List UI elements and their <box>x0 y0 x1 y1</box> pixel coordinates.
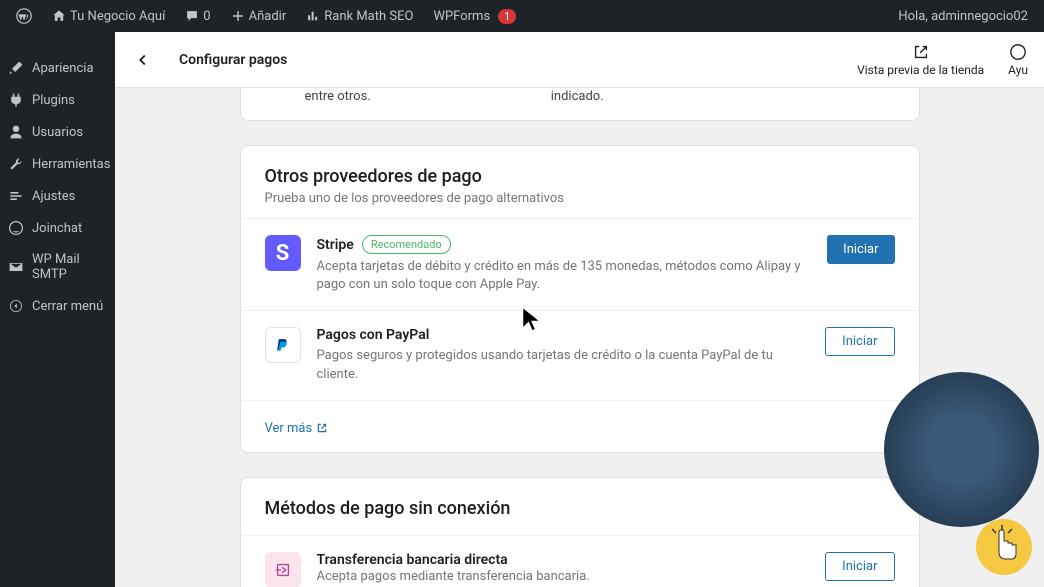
admin-bar-left: Tu Negocio Aquí 0 Añadir Rank Math SEO W… <box>8 8 524 24</box>
rankmath-item[interactable]: Rank Math SEO <box>298 9 421 24</box>
back-button[interactable] <box>131 48 155 72</box>
site-name: Tu Negocio Aquí <box>70 9 165 24</box>
paypal-icon <box>265 327 301 363</box>
bank-name: Transferencia bancaria directa <box>317 552 810 568</box>
sidebar-item-users[interactable]: Usuarios <box>0 116 115 148</box>
page-title: Configurar pagos <box>179 52 287 68</box>
stripe-desc: Acepta tarjetas de débito y crédito en m… <box>317 258 812 294</box>
admin-bar: Tu Negocio Aquí 0 Añadir Rank Math SEO W… <box>0 0 1044 32</box>
sidebar-item-appearance[interactable]: Apariencia <box>0 52 115 84</box>
sidebar-item-joinchat[interactable]: Joinchat <box>0 212 115 244</box>
wrench-icon <box>8 156 24 172</box>
site-name-item[interactable]: Tu Negocio Aquí <box>44 9 173 24</box>
paypal-desc: Pagos seguros y protegidos usando tarjet… <box>317 347 810 383</box>
other-providers-subtitle: Prueba uno de los proveedores de pago al… <box>265 191 895 206</box>
paypal-row: Pagos con PayPal Pagos seguros y protegi… <box>241 310 919 399</box>
greeting-text: Hola, adminnegocio02 <box>898 9 1028 24</box>
external-link-icon <box>316 422 328 434</box>
other-providers-card: Otros proveedores de pago Prueba uno de … <box>240 145 920 453</box>
help-label: Ayu <box>1008 63 1028 77</box>
comments-item[interactable]: 0 <box>177 9 218 24</box>
stripe-start-button[interactable]: Iniciar <box>827 235 894 264</box>
chat-icon <box>8 220 24 236</box>
paypal-start-button[interactable]: Iniciar <box>825 327 894 356</box>
sidebar-item-label: Apariencia <box>32 61 94 76</box>
sidebar-item-label: Cerrar menú <box>32 299 103 314</box>
plus-icon <box>231 9 245 23</box>
user-icon <box>8 124 24 140</box>
ver-mas-label: Ver más <box>265 421 313 436</box>
sidebar-item-label: Joinchat <box>32 221 82 236</box>
brush-icon <box>8 60 24 76</box>
paypal-name-row: Pagos con PayPal <box>317 327 810 343</box>
wpforms-badge: 1 <box>498 9 516 24</box>
bank-transfer-icon <box>265 552 301 587</box>
paypal-info: Pagos con PayPal Pagos seguros y protegi… <box>317 327 810 383</box>
other-providers-title: Otros proveedores de pago <box>265 166 895 187</box>
plug-icon <box>8 92 24 108</box>
sidebar-item-label: WP Mail SMTP <box>32 252 107 282</box>
add-new-item[interactable]: Añadir <box>223 9 295 24</box>
chart-icon <box>306 9 320 23</box>
sidebar-item-label: Herramientas <box>32 157 110 172</box>
ver-mas-link[interactable]: Ver más <box>265 421 329 436</box>
sidebar-item-settings[interactable]: Ajustes <box>0 180 115 212</box>
stripe-info: Stripe Recomendado Acepta tarjetas de dé… <box>317 235 812 294</box>
partial-card: entre otros. indicado. <box>240 88 920 121</box>
external-link-icon <box>912 43 930 61</box>
other-providers-header: Otros proveedores de pago Prueba uno de … <box>241 146 919 218</box>
stripe-name: Stripe <box>317 237 354 253</box>
chevron-left-icon <box>134 51 152 69</box>
mail-icon <box>8 259 24 275</box>
greeting-item[interactable]: Hola, adminnegocio02 <box>890 9 1036 24</box>
ver-mas-row: Ver más <box>241 400 919 452</box>
wp-logo-item[interactable] <box>8 8 40 24</box>
recommended-badge: Recomendado <box>362 235 451 254</box>
wpforms-label: WPForms <box>433 9 490 24</box>
rankmath-label: Rank Math SEO <box>324 9 413 24</box>
offline-methods-card: Métodos de pago sin conexión Transferenc… <box>240 477 920 587</box>
preview-label: Vista previa de la tienda <box>857 63 984 77</box>
wordpress-icon <box>16 8 32 24</box>
admin-sidebar: Apariencia Plugins Usuarios Herramientas… <box>0 32 115 587</box>
sliders-icon <box>8 188 24 204</box>
help-icon <box>1009 43 1027 61</box>
sidebar-item-collapse[interactable]: Cerrar menú <box>0 290 115 322</box>
bank-info: Transferencia bancaria directa Acepta pa… <box>317 552 810 586</box>
page-header: Configurar pagos Vista previa de la tien… <box>115 32 1044 88</box>
bank-desc: Acepta pagos mediante transferencia banc… <box>317 568 810 586</box>
sidebar-item-label: Usuarios <box>32 125 83 140</box>
bank-start-button[interactable]: Iniciar <box>825 552 894 581</box>
main-content: entre otros. indicado. Otros proveedores… <box>115 88 1044 587</box>
offline-methods-header: Métodos de pago sin conexión <box>241 478 919 535</box>
partial-text-row: entre otros. indicado. <box>241 89 919 104</box>
add-label: Añadir <box>249 9 287 24</box>
home-icon <box>52 9 66 23</box>
stripe-icon: S <box>265 235 301 271</box>
paypal-name: Pagos con PayPal <box>317 327 430 343</box>
preview-store-link[interactable]: Vista previa de la tienda <box>857 43 984 77</box>
sidebar-item-plugins[interactable]: Plugins <box>0 84 115 116</box>
webcam-overlay <box>884 372 1039 527</box>
partial-text-1: entre otros. <box>305 89 371 104</box>
sidebar-item-tools[interactable]: Herramientas <box>0 148 115 180</box>
help-link[interactable]: Ayu <box>1008 43 1028 77</box>
stripe-row: S Stripe Recomendado Acepta tarjetas de … <box>241 218 919 310</box>
wpforms-item[interactable]: WPForms 1 <box>425 9 524 24</box>
header-left: Configurar pagos <box>131 48 287 72</box>
sidebar-item-label: Ajustes <box>32 189 75 204</box>
collapse-icon <box>8 298 24 314</box>
sidebar-item-wpmail[interactable]: WP Mail SMTP <box>0 244 115 290</box>
offline-methods-title: Métodos de pago sin conexión <box>265 498 895 519</box>
sidebar-item-label: Plugins <box>32 93 75 108</box>
header-right: Vista previa de la tienda Ayu <box>857 43 1028 77</box>
partial-text-2: indicado. <box>551 89 604 104</box>
comments-count: 0 <box>203 9 210 24</box>
stripe-name-row: Stripe Recomendado <box>317 235 812 254</box>
comment-icon <box>185 9 199 23</box>
bank-transfer-row: Transferencia bancaria directa Acepta pa… <box>241 535 919 587</box>
pointer-hand-overlay <box>974 517 1034 577</box>
